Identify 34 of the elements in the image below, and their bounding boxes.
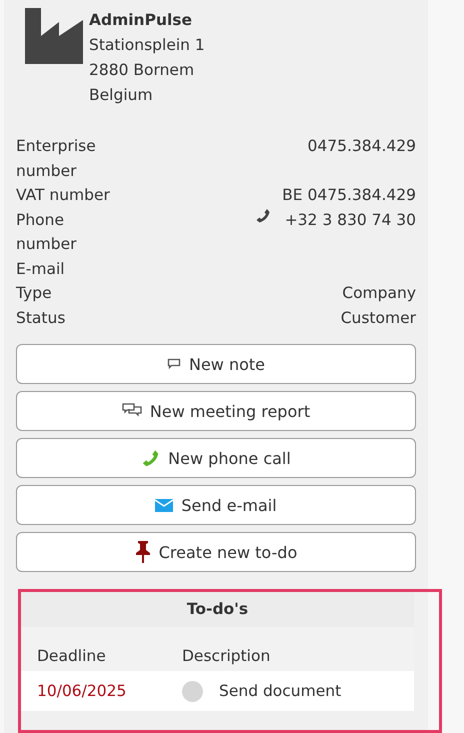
factory-icon — [25, 8, 83, 66]
todo-row[interactable]: 10/06/2025 Send document — [21, 671, 414, 711]
field-label: Type — [16, 283, 53, 304]
field-value: Customer — [340, 308, 416, 328]
envelope-icon — [155, 498, 174, 512]
field-label: VAT number — [16, 185, 111, 206]
action-button[interactable]: Send e-mail — [16, 485, 416, 525]
field-value: BE 0475.384.429 — [282, 185, 416, 206]
speech-bubbles-icon — [122, 403, 142, 419]
deadline-cell-text: 10/06/2025 — [37, 682, 128, 700]
field-value: Company — [342, 283, 416, 304]
field-value[interactable]: +32 3 830 74 30 — [284, 208, 416, 232]
field-label: Phone number — [16, 210, 78, 255]
phone-icon — [254, 208, 271, 224]
phone-icon — [141, 448, 160, 468]
company-name: AdminPulse — [89, 10, 194, 31]
action-button[interactable]: New note — [16, 344, 416, 384]
pushpin-icon — [134, 541, 151, 563]
column-header: Deadline — [37, 647, 107, 665]
field-label: Status — [16, 308, 66, 328]
address-line: Stationsplein 1 — [89, 35, 205, 56]
action-button[interactable]: Create new to-do — [16, 532, 416, 572]
speech-bubble-icon — [166, 358, 181, 370]
description-cell: Send document — [219, 682, 342, 700]
status-dot[interactable] — [182, 680, 203, 702]
panel-title: To-do's — [21, 592, 414, 627]
field-label: E-mail — [16, 258, 66, 280]
field-value: 0475.384.429 — [308, 136, 416, 157]
address-line: 2880 Bornem — [89, 60, 196, 81]
address-line: Belgium — [89, 85, 154, 106]
column-header: Description — [182, 647, 270, 665]
field-label: Enterprise number — [16, 136, 97, 182]
action-button[interactable]: New meeting report — [16, 391, 416, 431]
action-button[interactable]: New phone call — [16, 438, 416, 478]
